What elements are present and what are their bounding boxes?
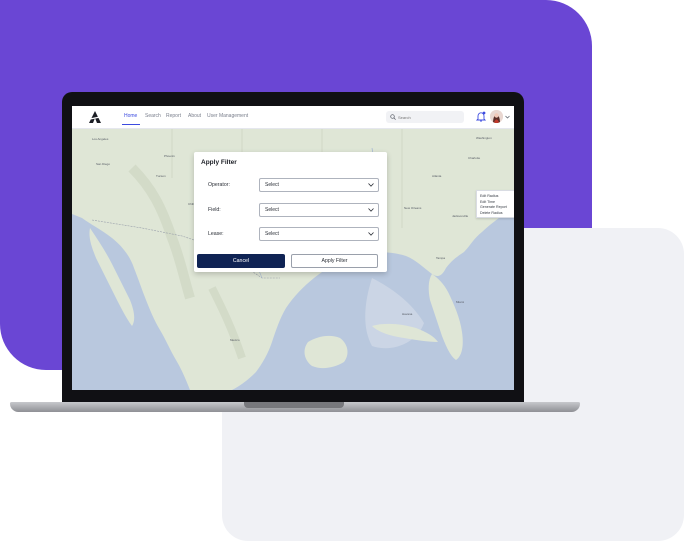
- menu-item-delete-radius[interactable]: Delete Radius: [480, 211, 503, 215]
- avatar[interactable]: [490, 110, 503, 123]
- apply-filter-button[interactable]: Apply Filter: [291, 254, 378, 268]
- operator-label: Operator:: [208, 182, 230, 188]
- menu-item-generate-report[interactable]: Generate Report: [480, 205, 507, 209]
- logo-icon[interactable]: [88, 110, 102, 124]
- modal-title: Apply Filter: [201, 159, 237, 166]
- field-label: Field:: [208, 207, 221, 213]
- map-label: Jacksonville: [452, 214, 469, 218]
- chevron-down-icon: [368, 208, 374, 212]
- field-select[interactable]: Select: [259, 203, 379, 217]
- map-label: Charlotte: [468, 156, 481, 160]
- lease-select-value: Select: [265, 231, 279, 237]
- map-context-menu: Edit Radius Edit Time Generate Report De…: [476, 190, 514, 218]
- map-label: Los Angeles: [92, 137, 109, 141]
- menu-item-edit-time[interactable]: Edit Time: [480, 200, 495, 204]
- laptop-screen: Los Angeles Phoenix San Diego Tucson Chi…: [72, 106, 514, 390]
- map-label: Phoenix: [164, 154, 175, 158]
- nav-report[interactable]: Report: [166, 113, 181, 119]
- notification-bell-icon[interactable]: [476, 111, 486, 122]
- avatar-image: [490, 110, 503, 123]
- map-land-yucatan: [304, 335, 348, 369]
- lease-select[interactable]: Select: [259, 227, 379, 241]
- search-icon: [390, 114, 396, 120]
- nav-search[interactable]: Search: [145, 113, 161, 119]
- chevron-down-icon: [368, 183, 374, 187]
- menu-item-edit-radius[interactable]: Edit Radius: [480, 194, 498, 198]
- nav-active-indicator: [122, 124, 140, 125]
- chevron-down-icon: [368, 232, 374, 236]
- map-label: Miami: [456, 300, 464, 304]
- nav-home[interactable]: Home: [124, 113, 137, 119]
- cancel-button[interactable]: Cancel: [197, 254, 285, 268]
- map-label: Tucson: [156, 174, 166, 178]
- chevron-down-icon[interactable]: [505, 115, 510, 119]
- operator-select-value: Select: [265, 182, 279, 188]
- top-nav-bar: Home Search Report About User Management: [72, 106, 514, 129]
- nav-about[interactable]: About: [188, 113, 201, 119]
- map-label: Tampa: [436, 256, 446, 260]
- operator-select[interactable]: Select: [259, 178, 379, 192]
- search-input[interactable]: [398, 114, 460, 120]
- nav-user-management[interactable]: User Management: [207, 113, 248, 119]
- map-label: San Diego: [96, 162, 111, 166]
- map-label: Atlanta: [432, 174, 442, 178]
- map-label: Mexico: [230, 338, 240, 342]
- laptop-hinge: [244, 402, 344, 408]
- map-label: Washington: [476, 136, 492, 140]
- apply-filter-modal: Apply Filter Operator: Select Field: Sel…: [194, 152, 387, 272]
- map-label: New Orleans: [404, 206, 422, 210]
- map-label: Havana: [402, 312, 413, 316]
- field-select-value: Select: [265, 207, 279, 213]
- search-box[interactable]: [386, 111, 464, 123]
- lease-label: Lease:: [208, 231, 224, 237]
